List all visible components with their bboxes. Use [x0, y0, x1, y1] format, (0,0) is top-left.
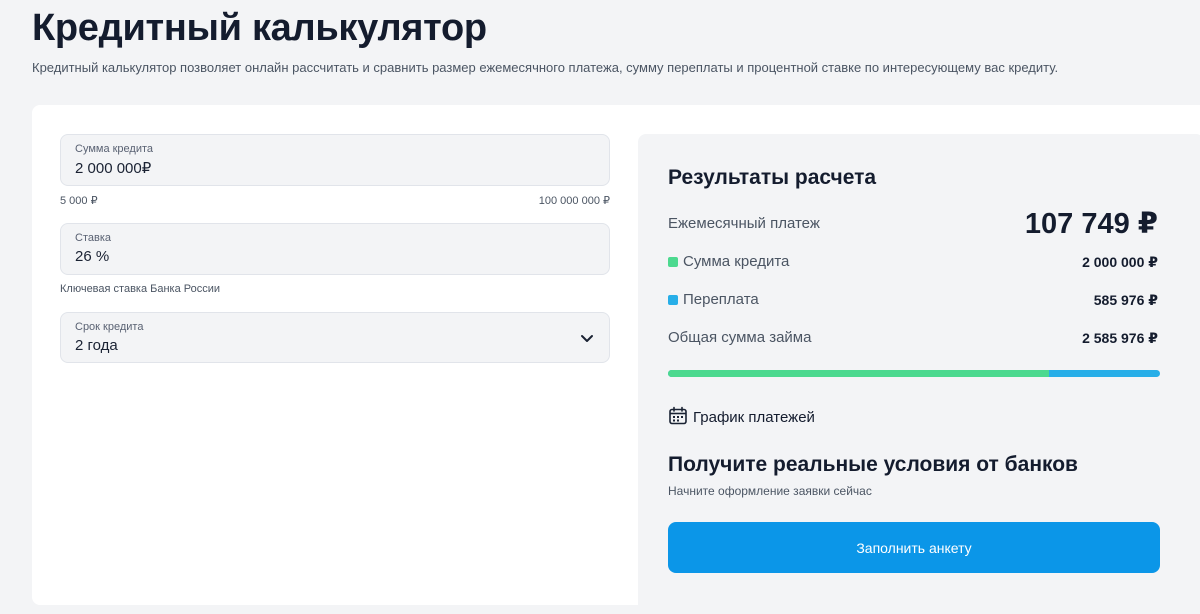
loan-amount-field[interactable]: Сумма кредита 2 000 000₽ — [60, 134, 610, 186]
total-label: Общая сумма займа — [668, 329, 812, 346]
fill-form-button[interactable]: Заполнить анкету — [668, 522, 1160, 573]
loan-amount-min-hint: 5 000 ₽ — [60, 195, 98, 207]
total-value: 2 585 976 ₽ — [1082, 330, 1158, 346]
results-panel: Результаты расчета Ежемесячный платеж 10… — [638, 134, 1200, 614]
cta-subtitle: Начните оформление заявки сейчас — [668, 484, 872, 498]
rate-label: Ставка — [75, 232, 111, 244]
page-description: Кредитный калькулятор позволяет онлайн р… — [32, 60, 1059, 75]
principal-value: 2 000 000 ₽ — [1082, 254, 1158, 270]
payment-schedule-link[interactable]: График платежей — [668, 406, 815, 426]
term-select[interactable]: Срок кредита 2 года — [60, 312, 610, 363]
calculator-card: Сумма кредита 2 000 000₽ 5 000 ₽ 100 000… — [32, 105, 1200, 614]
key-rate-link[interactable]: Ключевая ставка Банка России — [60, 283, 220, 295]
overpay-label: Переплата — [683, 291, 759, 308]
principal-bar-fill — [668, 370, 1049, 377]
loan-amount-input[interactable]: 2 000 000₽ — [75, 159, 151, 177]
principal-row: Сумма кредита — [668, 253, 789, 270]
loan-breakdown-bar — [668, 370, 1160, 377]
results-title: Результаты расчета — [668, 166, 877, 189]
rate-input[interactable]: 26 % — [75, 248, 109, 265]
principal-label: Сумма кредита — [683, 253, 790, 270]
monthly-payment-value: 107 749 ₽ — [1024, 208, 1158, 240]
term-label: Срок кредита — [75, 321, 144, 333]
overpay-legend-swatch — [668, 295, 678, 305]
chevron-down-icon[interactable] — [579, 330, 595, 346]
loan-amount-label: Сумма кредита — [75, 143, 154, 155]
monthly-payment-label: Ежемесячный платеж — [668, 215, 820, 232]
principal-legend-swatch — [668, 257, 678, 267]
overpay-value: 585 976 ₽ — [1093, 292, 1158, 308]
term-value: 2 года — [75, 337, 118, 354]
calendar-icon — [669, 406, 687, 425]
rate-field[interactable]: Ставка 26 % — [60, 223, 610, 275]
page-title: Кредитный калькулятор — [32, 7, 487, 49]
payment-schedule-label: График платежей — [693, 409, 815, 426]
loan-amount-max-hint: 100 000 000 ₽ — [538, 195, 610, 207]
cta-title: Получите реальные условия от банков — [668, 453, 1078, 476]
overpay-row: Переплата — [668, 291, 759, 308]
